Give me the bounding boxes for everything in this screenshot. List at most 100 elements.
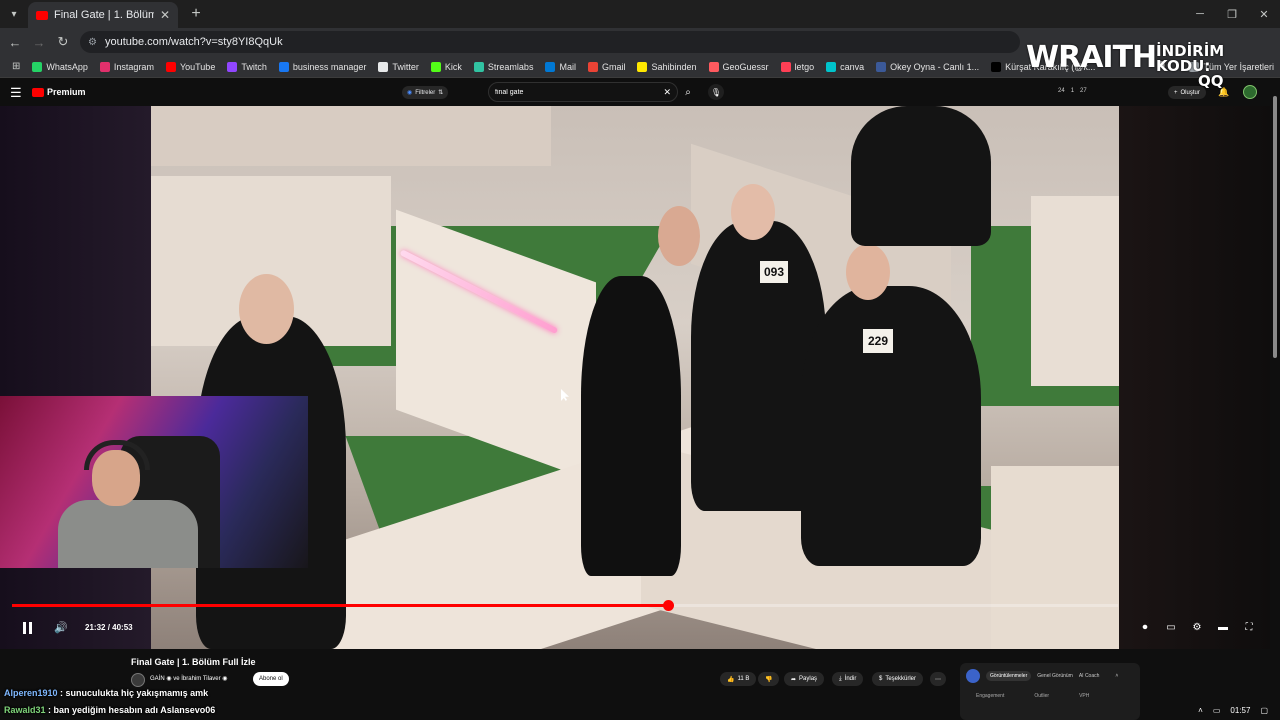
scrollbar-thumb[interactable] bbox=[1273, 96, 1277, 358]
time-current: 21:32 bbox=[85, 623, 106, 632]
bookmark-favicon-icon bbox=[378, 61, 389, 72]
forward-icon[interactable]: → bbox=[30, 33, 48, 51]
search-button[interactable]: ⌕ bbox=[678, 82, 698, 102]
channel-name[interactable]: GAİN ◉ ve İbrahim Tilaver ◉ bbox=[150, 675, 228, 682]
bookmark-label: Kick bbox=[444, 61, 462, 72]
bookmark-item[interactable]: Instagram bbox=[94, 58, 160, 76]
bookmark-item[interactable]: letgo bbox=[775, 58, 821, 76]
close-tab-icon[interactable]: ✕ bbox=[160, 8, 170, 22]
share-label: Paylaş bbox=[799, 676, 818, 682]
youtube-header: ☰ Premium ◉ Filtreler ⇅ ✕ ⌕ 🎙 24 1 27 + … bbox=[0, 78, 1280, 106]
reload-icon[interactable]: ↻ bbox=[54, 33, 72, 51]
bookmark-item[interactable]: Sahibinden bbox=[631, 58, 702, 76]
theater-mode-icon[interactable]: ▬ bbox=[1216, 620, 1230, 634]
new-tab-icon[interactable]: + bbox=[186, 4, 206, 24]
analytics-tabs: Görüntülenmeler Genel Görünüm AI Coach ˄ bbox=[966, 669, 1118, 683]
bookmark-item[interactable]: canva bbox=[820, 58, 870, 76]
dislike-button[interactable]: 👎 bbox=[758, 672, 780, 686]
channel-name-primary: GAİN bbox=[150, 676, 165, 682]
download-label: İndir bbox=[844, 676, 857, 682]
collapse-icon[interactable]: ˄ bbox=[1115, 673, 1118, 679]
thanks-button[interactable]: $ Teşekkürler bbox=[872, 672, 924, 686]
share-button[interactable]: ➦ Paylaş bbox=[784, 672, 825, 686]
tray-clock: 01:57 bbox=[1230, 705, 1251, 715]
search-box: ✕ bbox=[488, 82, 678, 102]
more-actions-icon[interactable]: ⋯ bbox=[930, 672, 946, 686]
clear-search-icon[interactable]: ✕ bbox=[663, 87, 671, 98]
browser-tab-active[interactable]: Final Gate | 1. Bölüm Full İz ✕ bbox=[28, 2, 178, 28]
youtube-logo[interactable]: Premium bbox=[32, 87, 86, 97]
bookmark-favicon-icon bbox=[587, 61, 598, 72]
back-icon[interactable]: ← bbox=[6, 33, 24, 51]
bookmark-favicon-icon bbox=[708, 61, 719, 72]
pause-button[interactable] bbox=[18, 620, 36, 636]
contestant-woman-black-dress bbox=[581, 276, 681, 576]
extension-stats: 24 1 27 bbox=[1058, 88, 1087, 94]
tab-views[interactable]: Görüntülenmeler bbox=[986, 671, 1032, 681]
autoplay-toggle-icon[interactable]: ⏺ bbox=[1138, 620, 1152, 634]
bookmark-favicon-icon bbox=[165, 61, 176, 72]
browser-tab-bar: ▾ Final Gate | 1. Bölüm Full İz ✕ + ─ ❐ … bbox=[0, 0, 1280, 28]
omnibox[interactable]: ⚙ youtube.com/watch?v=sty8YI8QqUk bbox=[80, 31, 1020, 53]
bookmark-label: Mail bbox=[559, 61, 576, 72]
tab-ai-coach[interactable]: AI Coach bbox=[1079, 673, 1100, 679]
bookmark-label: business manager bbox=[292, 61, 367, 72]
bookmark-item[interactable]: Kick bbox=[425, 58, 468, 76]
bookmark-item[interactable]: Okey Oyna - Canlı 1... bbox=[870, 58, 985, 76]
fullscreen-icon[interactable]: ⛶ bbox=[1242, 620, 1256, 634]
bookmark-item[interactable]: YouTube bbox=[160, 58, 221, 76]
bookmark-label: GeoGuessr bbox=[722, 61, 769, 72]
settings-gear-icon[interactable]: ⚙ bbox=[1190, 620, 1204, 634]
plus-icon: + bbox=[1174, 89, 1178, 96]
thumbs-down-icon: 👎 bbox=[765, 676, 773, 683]
discount-code-value: QQ bbox=[1198, 72, 1224, 90]
voice-search-icon[interactable]: 🎙 bbox=[708, 84, 724, 100]
download-icon: ⤓ bbox=[839, 675, 842, 682]
minimize-icon[interactable]: ─ bbox=[1184, 0, 1216, 28]
filters-button[interactable]: ◉ Filtreler ⇅ bbox=[402, 86, 449, 99]
bookmark-item[interactable]: Mail bbox=[539, 58, 582, 76]
contestant-face bbox=[731, 184, 775, 240]
tray-expand-icon[interactable]: ˄ bbox=[1198, 706, 1203, 715]
contestant-face bbox=[846, 244, 890, 300]
bookmark-item[interactable]: Streamlabs bbox=[468, 58, 540, 76]
bookmark-item[interactable]: Gmail bbox=[582, 58, 632, 76]
bookmark-item[interactable]: GeoGuessr bbox=[703, 58, 775, 76]
player-controls-right: ⏺ ▭ ⚙ ▬ ⛶ bbox=[1138, 620, 1256, 634]
menu-icon[interactable]: ☰ bbox=[10, 85, 22, 101]
site-info-icon[interactable]: ⚙ bbox=[88, 37, 97, 48]
bookmark-item[interactable]: business manager bbox=[273, 58, 373, 76]
bookmark-item[interactable]: WhatsApp bbox=[26, 58, 94, 76]
bookmark-item[interactable]: Twitter bbox=[372, 58, 425, 76]
bookmark-item[interactable]: Twitch bbox=[221, 58, 273, 76]
progress-bar[interactable] bbox=[12, 600, 1118, 611]
close-window-icon[interactable]: ✕ bbox=[1248, 0, 1280, 28]
bookmark-favicon-icon bbox=[227, 61, 238, 72]
progress-scrubber[interactable] bbox=[662, 600, 674, 611]
volume-icon[interactable]: 🔊 bbox=[54, 621, 68, 634]
tab-search-dropdown-icon[interactable]: ▾ bbox=[4, 4, 24, 24]
search-input[interactable] bbox=[495, 88, 664, 96]
discount-code-label: İNDİRİM KODU: bbox=[1156, 42, 1225, 75]
channel-collaborator: ve İbrahim Tilaver bbox=[173, 676, 221, 682]
pause-icon-bar bbox=[28, 622, 32, 634]
notification-icon[interactable]: ▢ bbox=[1260, 706, 1268, 715]
like-button[interactable]: 👍 11 B bbox=[720, 672, 757, 686]
analytics-panel: Görüntülenmeler Genel Görünüm AI Coach ˄… bbox=[960, 663, 1140, 720]
column-engagement: Engagement bbox=[976, 693, 1005, 699]
page-scrollbar[interactable] bbox=[1270, 78, 1280, 700]
analytics-columns: Engagement Outlier VPH bbox=[976, 693, 1089, 699]
restore-icon[interactable]: ❐ bbox=[1216, 0, 1248, 28]
network-icon[interactable]: ▭ bbox=[1213, 706, 1221, 715]
tab-overview[interactable]: Genel Görünüm bbox=[1037, 673, 1073, 679]
sponsor-overlay: WRAITH. İNDİRİM KODU: QQ bbox=[1024, 38, 1280, 89]
subscribe-button[interactable]: Abone ol bbox=[253, 672, 289, 686]
subtitles-icon[interactable]: ▭ bbox=[1164, 620, 1178, 634]
channel-avatar[interactable] bbox=[131, 673, 145, 687]
pause-icon bbox=[22, 622, 26, 634]
apps-icon[interactable]: ⊞ bbox=[6, 58, 26, 76]
bookmark-favicon-icon bbox=[99, 61, 110, 72]
stat-value: 1 bbox=[1070, 88, 1075, 94]
download-button[interactable]: ⤓ İndir bbox=[832, 672, 864, 686]
create-label: Oluştur bbox=[1180, 89, 1200, 96]
